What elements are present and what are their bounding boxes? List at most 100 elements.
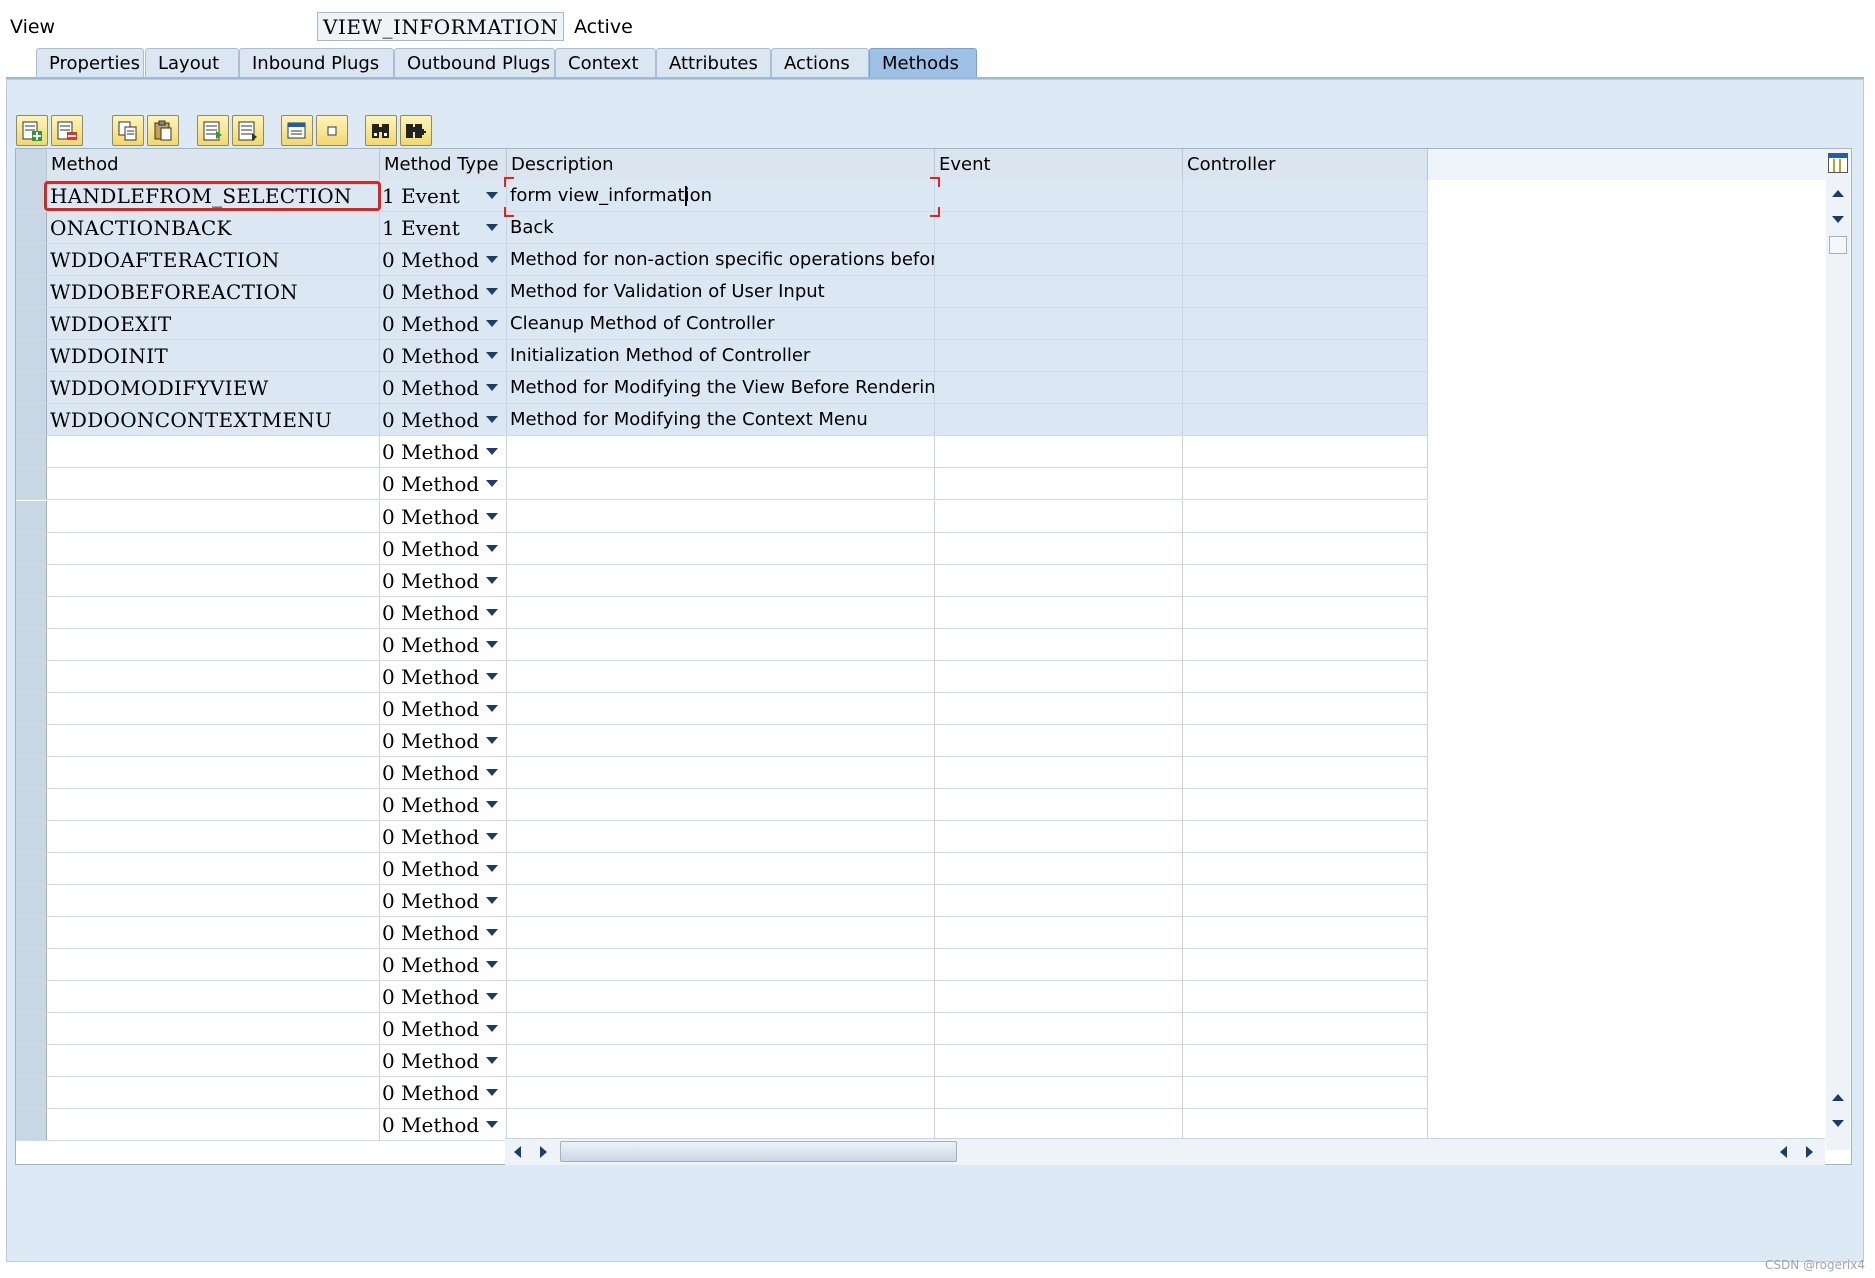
description-cell[interactable] — [507, 981, 935, 1013]
method-type-dropdown[interactable]: 0 Method — [380, 788, 507, 820]
view-name-field[interactable]: VIEW_INFORMATION — [317, 12, 564, 41]
paste-icon[interactable] — [147, 115, 179, 146]
tab-context[interactable]: Context — [555, 48, 656, 78]
description-cell[interactable] — [507, 660, 935, 692]
method-name-cell[interactable] — [47, 981, 380, 1013]
row-selector[interactable] — [16, 276, 47, 308]
event-cell[interactable] — [935, 917, 1183, 949]
row-selector[interactable] — [16, 853, 47, 885]
description-cell[interactable]: Method for Validation of User Input — [507, 276, 935, 308]
method-type-dropdown[interactable]: 0 Method — [380, 981, 507, 1013]
method-type-dropdown[interactable]: 0 Method — [380, 532, 507, 564]
row-selector[interactable] — [16, 692, 47, 724]
column-header-controller[interactable]: Controller — [1183, 149, 1428, 180]
scroll-right-icon[interactable] — [540, 1146, 547, 1158]
description-cell[interactable] — [507, 1013, 935, 1045]
chevron-down-icon[interactable] — [486, 608, 498, 616]
chevron-down-icon[interactable] — [486, 320, 498, 328]
controller-cell[interactable] — [1183, 564, 1428, 596]
chevron-down-icon[interactable] — [486, 480, 498, 488]
method-type-dropdown[interactable]: 0 Method — [380, 821, 507, 852]
row-selector[interactable] — [16, 372, 47, 404]
row-selector[interactable] — [16, 821, 47, 852]
event-cell[interactable] — [935, 692, 1183, 724]
event-cell[interactable] — [935, 788, 1183, 820]
controller-cell[interactable] — [1183, 276, 1428, 308]
method-type-dropdown[interactable]: 0 Method — [380, 372, 507, 404]
method-name-cell[interactable] — [47, 949, 380, 981]
method-name-cell[interactable] — [47, 1013, 380, 1045]
row-selector[interactable] — [16, 885, 47, 917]
method-type-dropdown[interactable]: 0 Method — [380, 949, 507, 981]
method-name-cell[interactable] — [47, 853, 380, 885]
description-cell[interactable]: Back — [507, 212, 935, 244]
delete-row-icon[interactable] — [51, 115, 83, 146]
row-selector[interactable] — [16, 500, 47, 532]
method-type-dropdown[interactable]: 0 Method — [380, 660, 507, 692]
description-cell[interactable] — [507, 692, 935, 724]
row-selector[interactable] — [16, 1013, 47, 1045]
row-selector[interactable] — [16, 180, 47, 211]
method-name-cell[interactable] — [47, 532, 380, 564]
chevron-down-icon[interactable] — [486, 897, 498, 905]
method-type-dropdown[interactable]: 0 Method — [380, 885, 507, 917]
chevron-down-icon[interactable] — [486, 192, 498, 199]
description-cell[interactable] — [507, 564, 935, 596]
table-row[interactable]: 0 Method — [16, 436, 1428, 469]
controller-cell[interactable] — [1183, 724, 1428, 756]
method-name-cell[interactable] — [47, 436, 380, 468]
table-row[interactable]: 0 Method — [16, 468, 1428, 501]
method-name-cell[interactable]: WDDOONCONTEXTMENU — [47, 404, 380, 436]
table-row[interactable]: WDDOMODIFYVIEW 0 Method Method for Modifyi… — [16, 372, 1428, 405]
controller-cell[interactable] — [1183, 404, 1428, 436]
table-row[interactable]: 0 Method — [16, 821, 1428, 853]
event-cell[interactable] — [935, 981, 1183, 1013]
table-row[interactable]: 0 Method — [16, 756, 1428, 789]
description-cell[interactable] — [507, 885, 935, 917]
controller-cell[interactable] — [1183, 885, 1428, 917]
method-type-dropdown[interactable]: 0 Method — [380, 917, 507, 949]
event-cell[interactable] — [935, 885, 1183, 917]
tab-outbound-plugs[interactable]: Outbound Plugs — [394, 48, 555, 78]
scroll-up-icon[interactable] — [1832, 190, 1844, 197]
table-row[interactable]: 0 Method — [16, 500, 1428, 533]
chevron-down-icon[interactable] — [486, 768, 498, 776]
row-selector[interactable] — [16, 436, 47, 468]
chevron-down-icon[interactable] — [486, 704, 498, 712]
table-row[interactable]: 0 Method — [16, 628, 1428, 661]
event-cell[interactable] — [935, 244, 1183, 276]
tab-methods[interactable]: Methods — [869, 48, 977, 78]
description-cell[interactable] — [507, 1077, 935, 1109]
description-cell[interactable]: form view_information — [507, 180, 935, 211]
horizontal-scroll-thumb[interactable] — [560, 1141, 957, 1162]
method-name-cell[interactable] — [47, 692, 380, 724]
method-type-dropdown[interactable]: 1 Event — [380, 180, 507, 211]
column-settings-icon[interactable] — [1828, 153, 1848, 173]
tab-actions[interactable]: Actions — [771, 48, 869, 78]
method-name-cell[interactable]: WDDOEXIT — [47, 308, 380, 340]
event-cell[interactable] — [935, 436, 1183, 468]
table-row[interactable]: 0 Method — [16, 917, 1428, 950]
method-name-cell[interactable] — [47, 500, 380, 532]
table-row[interactable]: WDDOAFTERACTION 0 Method Method for non-ac… — [16, 244, 1428, 277]
controller-cell[interactable] — [1183, 692, 1428, 724]
method-name-cell[interactable] — [47, 468, 380, 500]
description-cell[interactable] — [507, 500, 935, 532]
chevron-down-icon[interactable] — [486, 1057, 498, 1065]
chevron-down-icon[interactable] — [486, 352, 498, 360]
method-name-cell[interactable] — [47, 628, 380, 660]
description-cell[interactable] — [507, 468, 935, 500]
method-name-cell[interactable] — [47, 788, 380, 820]
description-cell[interactable] — [507, 532, 935, 564]
description-cell[interactable] — [507, 756, 935, 788]
table-row[interactable]: 0 Method — [16, 596, 1428, 629]
controller-cell[interactable] — [1183, 212, 1428, 244]
event-cell[interactable] — [935, 1077, 1183, 1109]
method-type-dropdown[interactable]: 0 Method — [380, 1077, 507, 1109]
method-type-dropdown[interactable]: 0 Method — [380, 596, 507, 628]
table-row[interactable]: 0 Method — [16, 885, 1428, 918]
description-cell[interactable] — [507, 1045, 935, 1077]
event-cell[interactable] — [935, 276, 1183, 308]
chevron-down-icon[interactable] — [486, 1025, 498, 1033]
method-name-cell[interactable]: WDDOINIT — [47, 340, 380, 372]
